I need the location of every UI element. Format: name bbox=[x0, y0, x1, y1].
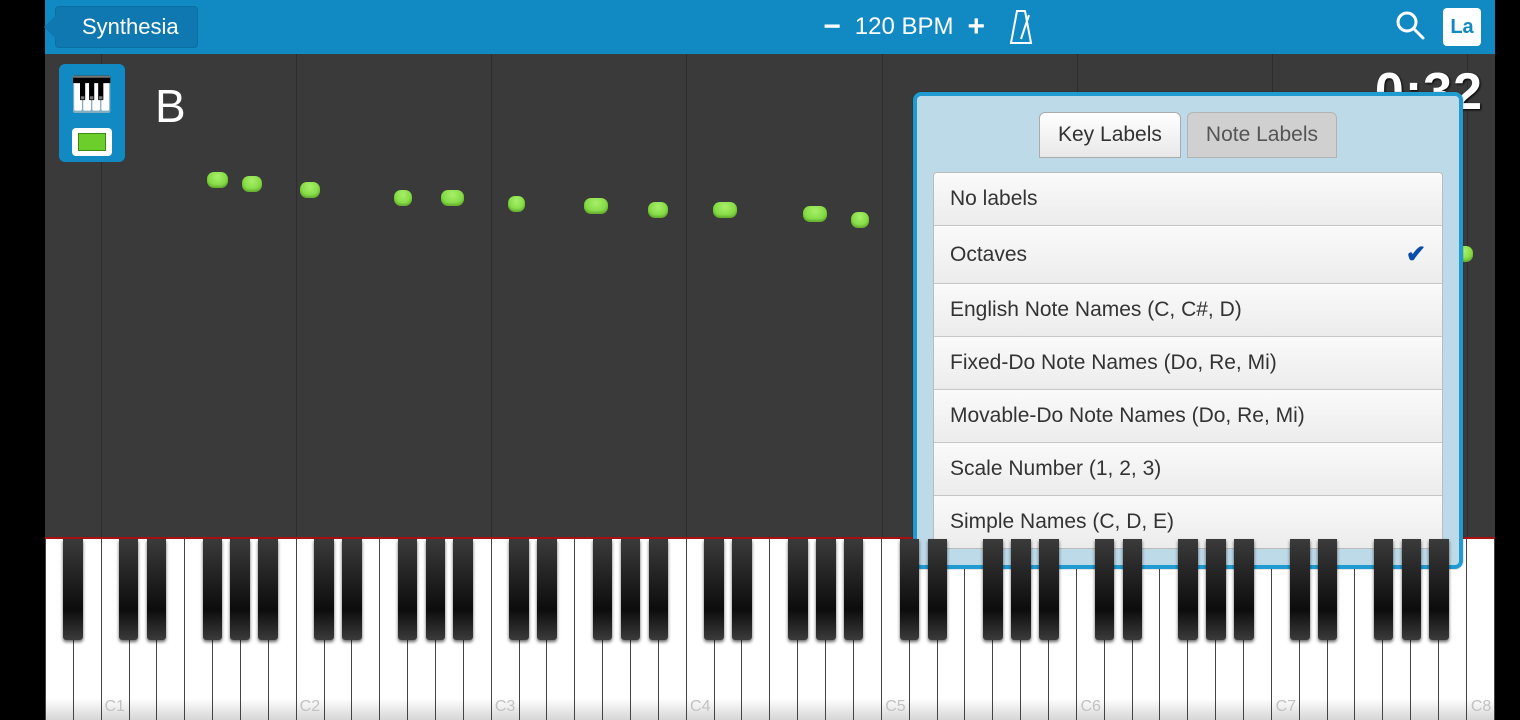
black-key[interactable] bbox=[928, 539, 948, 640]
black-key[interactable] bbox=[732, 539, 752, 640]
black-key[interactable] bbox=[147, 539, 167, 640]
black-key[interactable] bbox=[537, 539, 557, 640]
falling-note bbox=[851, 212, 868, 228]
black-key[interactable] bbox=[649, 539, 669, 640]
popup-tab[interactable]: Key Labels bbox=[1039, 112, 1181, 158]
key-labels-popup: Key LabelsNote Labels No labels Octaves ✔ E… bbox=[913, 92, 1463, 569]
black-key[interactable] bbox=[203, 539, 223, 640]
bpm-value: 120 BPM bbox=[855, 13, 954, 41]
black-key[interactable] bbox=[258, 539, 278, 640]
app-root: Synthesia − 120 BPM + La bbox=[0, 0, 1520, 720]
back-button-label: Synthesia bbox=[82, 14, 179, 40]
black-key[interactable] bbox=[1039, 539, 1059, 640]
black-key[interactable] bbox=[63, 539, 83, 640]
track-letter: B bbox=[155, 79, 186, 133]
black-key[interactable] bbox=[1318, 539, 1338, 640]
octave-label: C2 bbox=[300, 698, 320, 716]
popup-tab[interactable]: Note Labels bbox=[1187, 112, 1337, 158]
falling-note bbox=[803, 206, 826, 222]
black-key[interactable] bbox=[816, 539, 836, 640]
falling-note bbox=[207, 172, 227, 188]
popup-option[interactable]: No labels bbox=[934, 173, 1442, 226]
black-key[interactable] bbox=[1290, 539, 1310, 640]
octave-label: C1 bbox=[104, 698, 124, 716]
black-key[interactable] bbox=[1402, 539, 1422, 640]
popup-option-label: Fixed-Do Note Names (Do, Re, Mi) bbox=[950, 351, 1277, 375]
black-key[interactable] bbox=[621, 539, 641, 640]
octave-label: C6 bbox=[1080, 698, 1100, 716]
black-key[interactable] bbox=[983, 539, 1003, 640]
track-color-button[interactable] bbox=[72, 128, 112, 156]
top-right-icons: La bbox=[1393, 0, 1481, 54]
octave-label: C3 bbox=[495, 698, 515, 716]
bpm-minus-button[interactable]: − bbox=[819, 10, 845, 44]
popup-option[interactable]: Fixed-Do Note Names (Do, Re, Mi) bbox=[934, 337, 1442, 390]
check-icon: ✔ bbox=[1406, 240, 1426, 269]
top-bar: Synthesia − 120 BPM + La bbox=[45, 0, 1495, 54]
metronome-icon[interactable] bbox=[1007, 9, 1035, 45]
black-key[interactable] bbox=[1429, 539, 1449, 640]
black-key[interactable] bbox=[314, 539, 334, 640]
falling-note bbox=[648, 202, 668, 218]
bpm-plus-button[interactable]: + bbox=[963, 10, 989, 44]
octave-label: C7 bbox=[1276, 698, 1296, 716]
note-label-button-text: La bbox=[1450, 16, 1473, 39]
popup-option-label: Simple Names (C, D, E) bbox=[950, 510, 1174, 534]
popup-option-label: Scale Number (1, 2, 3) bbox=[950, 457, 1161, 481]
black-key[interactable] bbox=[1178, 539, 1198, 640]
popup-option[interactable]: Octaves ✔ bbox=[934, 226, 1442, 284]
black-key[interactable] bbox=[509, 539, 529, 640]
black-key[interactable] bbox=[230, 539, 250, 640]
stage: Synthesia − 120 BPM + La bbox=[45, 0, 1495, 720]
black-key[interactable] bbox=[1011, 539, 1031, 640]
popup-option[interactable]: Scale Number (1, 2, 3) bbox=[934, 443, 1442, 496]
popup-option-label: No labels bbox=[950, 187, 1038, 211]
black-key[interactable] bbox=[900, 539, 920, 640]
falling-note bbox=[300, 182, 320, 198]
popup-option-label: Movable-Do Note Names (Do, Re, Mi) bbox=[950, 404, 1305, 428]
black-key[interactable] bbox=[704, 539, 724, 640]
black-key[interactable] bbox=[788, 539, 808, 640]
note-label-button[interactable]: La bbox=[1443, 8, 1481, 46]
white-key[interactable] bbox=[1467, 539, 1495, 720]
falling-note bbox=[441, 190, 464, 206]
bpm-control: − 120 BPM + bbox=[819, 10, 989, 44]
popup-tabs: Key LabelsNote Labels bbox=[933, 112, 1443, 158]
falling-note bbox=[394, 190, 411, 206]
octave-label: C5 bbox=[885, 698, 905, 716]
instrument-icon[interactable]: 🎹 bbox=[65, 70, 119, 120]
black-key[interactable] bbox=[426, 539, 446, 640]
black-key[interactable] bbox=[1374, 539, 1394, 640]
black-key[interactable] bbox=[342, 539, 362, 640]
black-key[interactable] bbox=[1095, 539, 1115, 640]
track-control: 🎹 bbox=[59, 64, 125, 162]
popup-option-label: English Note Names (C, C#, D) bbox=[950, 298, 1242, 322]
black-key[interactable] bbox=[593, 539, 613, 640]
black-key[interactable] bbox=[398, 539, 418, 640]
popup-option[interactable]: Movable-Do Note Names (Do, Re, Mi) bbox=[934, 390, 1442, 443]
falling-note bbox=[508, 196, 525, 212]
black-key[interactable] bbox=[1123, 539, 1143, 640]
popup-option[interactable]: English Note Names (C, C#, D) bbox=[934, 284, 1442, 337]
popup-option-label: Octaves bbox=[950, 243, 1027, 267]
octave-label: C4 bbox=[690, 698, 710, 716]
black-key[interactable] bbox=[119, 539, 139, 640]
popup-option-list: No labels Octaves ✔ English Note Names (C, … bbox=[933, 172, 1443, 549]
black-key[interactable] bbox=[1234, 539, 1254, 640]
falling-note bbox=[242, 176, 262, 192]
black-key[interactable] bbox=[1206, 539, 1226, 640]
search-icon[interactable] bbox=[1393, 8, 1427, 47]
black-key[interactable] bbox=[453, 539, 473, 640]
black-key[interactable] bbox=[844, 539, 864, 640]
back-button[interactable]: Synthesia bbox=[55, 6, 198, 48]
falling-note bbox=[713, 202, 736, 218]
falling-note bbox=[584, 198, 607, 214]
octave-label: C8 bbox=[1471, 698, 1491, 716]
